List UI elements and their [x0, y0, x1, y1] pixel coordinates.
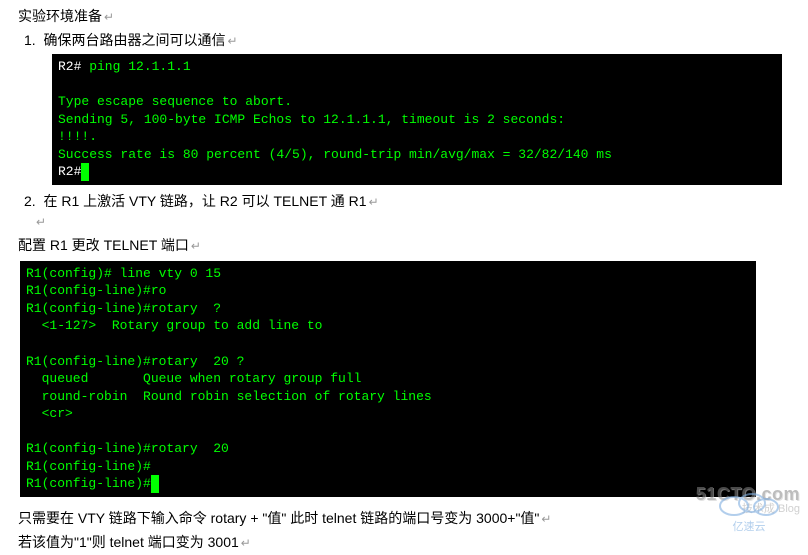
- list-number: 2.: [24, 193, 36, 209]
- explanation-line: 若该值为"1"则 telnet 端口变为 3001: [18, 534, 239, 550]
- config-heading: 配置 R1 更改 TELNET 端口↵: [18, 235, 790, 255]
- cloud-logo-icon: 亿速云: [714, 488, 784, 534]
- heading-text: 实验环境准备: [18, 8, 102, 24]
- list-text: 在 R1 上激活 VTY 链路，让 R2 可以 TELNET 通 R1: [43, 193, 366, 209]
- list-item: 1. 确保两台路由器之间可以通信↵: [24, 30, 790, 50]
- cursor-icon: [151, 475, 159, 493]
- terminal-output-1: R2# ping 12.1.1.1 Type escape sequence t…: [52, 54, 782, 185]
- cursor-icon: [81, 163, 89, 181]
- list-number: 1.: [24, 32, 36, 48]
- list-item: 2. 在 R1 上激活 VTY 链路，让 R2 可以 TELNET 通 R1↵: [24, 191, 790, 211]
- para-mark-icon: ↵: [191, 239, 201, 253]
- para-mark-icon: ↵: [36, 215, 46, 229]
- document-body: 实验环境准备↵ 1. 确保两台路由器之间可以通信↵ R2# ping 12.1.…: [0, 0, 808, 555]
- terminal-output-2: R1(config)# line vty 0 15 R1(config-line…: [20, 261, 756, 497]
- para-mark-icon: ↵: [104, 10, 114, 24]
- prompt: R2#: [58, 164, 81, 179]
- explanation-paragraph: 只需要在 VTY 链路下输入命令 rotary + "值" 此时 telnet …: [18, 507, 790, 555]
- para-mark-icon: ↵: [241, 536, 251, 550]
- blank-paragraph: ↵: [36, 215, 790, 229]
- command: ping 12.1.1.1: [81, 59, 190, 74]
- config-heading-text: 配置 R1 更改 TELNET 端口: [18, 237, 189, 253]
- cloud-logo-text: 亿速云: [714, 521, 784, 534]
- list-text: 确保两台路由器之间可以通信: [43, 32, 225, 48]
- para-mark-icon: ↵: [541, 512, 551, 526]
- terminal-body: R1(config)# line vty 0 15 R1(config-line…: [26, 266, 432, 474]
- terminal-body: Type escape sequence to abort. Sending 5…: [58, 94, 612, 162]
- para-mark-icon: ↵: [369, 195, 379, 209]
- para-mark-icon: ↵: [227, 34, 237, 48]
- section-heading: 实验环境准备↵: [18, 6, 790, 26]
- prompt: R1(config-line)#: [26, 476, 151, 491]
- explanation-line: 只需要在 VTY 链路下输入命令 rotary + "值" 此时 telnet …: [18, 510, 539, 526]
- prompt: R2#: [58, 59, 81, 74]
